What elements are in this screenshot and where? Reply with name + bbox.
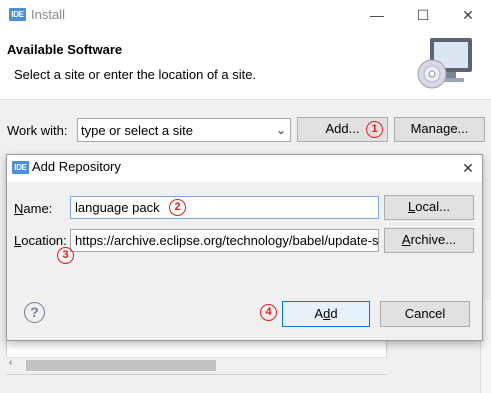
close-icon[interactable]: ✕: [445, 0, 491, 30]
location-label: Location:: [14, 233, 67, 248]
page-title: Available Software: [7, 42, 123, 57]
chevron-down-icon[interactable]: ⌄: [273, 119, 289, 141]
location-field[interactable]: https://archive.eclipse.org/technology/b…: [70, 229, 379, 252]
manage-button-label: Manage...: [410, 121, 469, 136]
annotation-step-3: 3: [57, 247, 74, 264]
name-field[interactable]: language pack: [70, 196, 379, 219]
dialog-title: Add Repository: [32, 159, 121, 174]
dialog-close-icon[interactable]: ✕: [455, 155, 481, 181]
scroll-left-icon[interactable]: ‹: [9, 357, 12, 368]
archive-button[interactable]: Archive...: [384, 228, 474, 253]
page-subtitle: Select a site or enter the location of a…: [14, 67, 257, 82]
cancel-button-label: Cancel: [404, 306, 446, 321]
add-button[interactable]: Add: [282, 301, 370, 327]
cancel-button[interactable]: Cancel: [380, 301, 470, 327]
annotation-step-1: 1: [366, 121, 383, 138]
install-monitor-cd-icon: [417, 38, 472, 89]
maximize-icon[interactable]: ☐: [400, 0, 446, 30]
minimize-icon[interactable]: —: [354, 0, 400, 30]
annotation-step-2: 2: [169, 199, 186, 216]
annotation-step-4: 4: [260, 304, 277, 321]
local-button[interactable]: Local...: [384, 195, 474, 220]
add-site-button-label: Add...: [325, 121, 360, 136]
help-icon[interactable]: ?: [24, 302, 45, 323]
work-with-label: Work with:: [7, 123, 68, 138]
site-combo-value: type or select a site: [81, 123, 193, 138]
manage-button[interactable]: Manage...: [394, 117, 485, 142]
app-icon: IDE: [9, 8, 26, 21]
dialog-app-icon: IDE: [12, 161, 29, 174]
scrollbar-thumb[interactable]: [26, 360, 216, 371]
name-label: Name:: [14, 201, 53, 216]
window-title: Install: [31, 7, 65, 22]
